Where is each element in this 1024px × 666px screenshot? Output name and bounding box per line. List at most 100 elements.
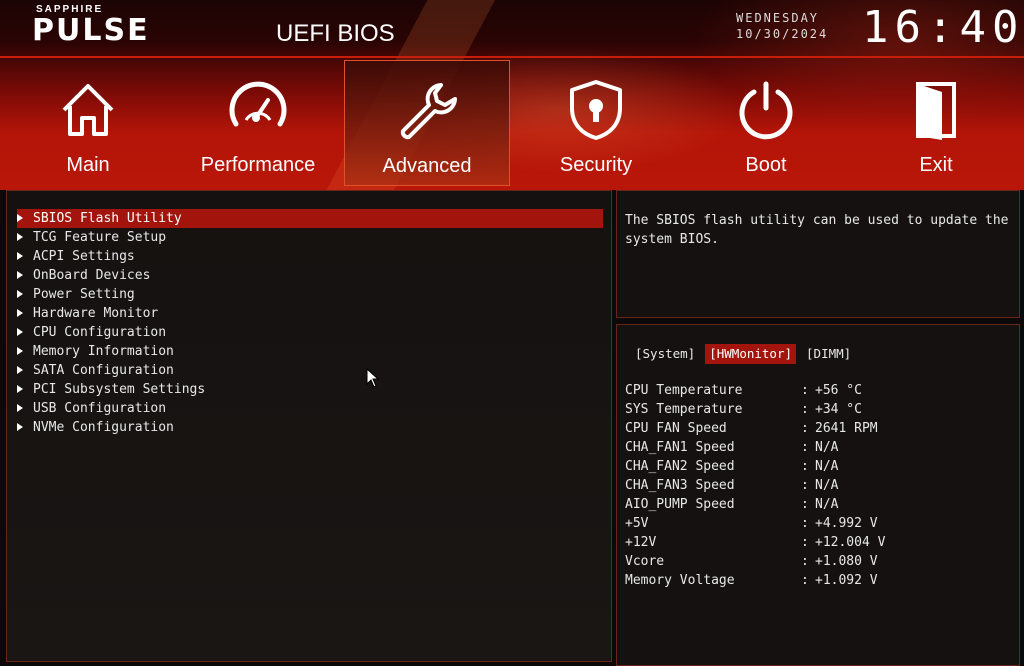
menu-item-label: Power Setting: [33, 287, 135, 302]
hardware-value: N/A: [815, 459, 839, 474]
nav-advanced[interactable]: Advanced: [344, 60, 510, 186]
hardware-value: +56 °C: [815, 383, 862, 398]
nav-exit[interactable]: Exit: [854, 60, 1018, 184]
menu-item-label: CPU Configuration: [33, 325, 167, 340]
submenu-arrow-icon: [17, 328, 23, 336]
hardware-label: SYS Temperature: [625, 402, 743, 417]
hardware-value: +1.080 V: [815, 554, 878, 569]
menu-item[interactable]: TCG Feature Setup: [17, 228, 603, 247]
help-text: The SBIOS flash utility can be used to u…: [625, 213, 1009, 247]
hardware-separator: :: [801, 421, 809, 436]
info-tab[interactable]: [DIMM]: [802, 344, 855, 364]
menu-item[interactable]: Memory Information: [17, 342, 603, 361]
submenu-arrow-icon: [17, 404, 23, 412]
hardware-row: Memory Voltage: +1.092 V: [625, 571, 1005, 590]
menu-item[interactable]: CPU Configuration: [17, 323, 603, 342]
hardware-label: +5V: [625, 516, 649, 531]
menu-item-label: Hardware Monitor: [33, 306, 159, 321]
hardware-value: +34 °C: [815, 402, 862, 417]
hardware-row: +5V: +4.992 V: [625, 514, 1005, 533]
clock-time: 16:40: [862, 2, 1024, 53]
hardware-value: 2641 RPM: [815, 421, 878, 436]
submenu-arrow-icon: [17, 233, 23, 241]
nav-boot[interactable]: Boot: [684, 60, 848, 184]
menu-item[interactable]: SATA Configuration: [17, 361, 603, 380]
menu-item-label: USB Configuration: [33, 401, 167, 416]
info-tab[interactable]: [System]: [631, 344, 699, 364]
hardware-value: N/A: [815, 440, 839, 455]
hardware-separator: :: [801, 478, 809, 493]
menu-item[interactable]: ACPI Settings: [17, 247, 603, 266]
hardware-separator: :: [801, 573, 809, 588]
header-bar: SAPPHIRE PULSE UEFI BIOS WEDNESDAY 10/30…: [0, 0, 1024, 190]
menu-item-label: ACPI Settings: [33, 249, 135, 264]
hardware-label: Vcore: [625, 554, 665, 569]
hardware-value: +12.004 V: [815, 535, 886, 550]
hardware-row: CHA_FAN1 Speed: N/A: [625, 438, 1005, 457]
nav-performance[interactable]: Performance: [174, 60, 342, 184]
menu-item[interactable]: Power Setting: [17, 285, 603, 304]
submenu-arrow-icon: [17, 423, 23, 431]
nav-label-security: Security: [559, 154, 633, 176]
menu-item[interactable]: USB Configuration: [17, 399, 603, 418]
hardware-label: AIO_PUMP Speed: [625, 497, 735, 512]
menu-item[interactable]: NVMe Configuration: [17, 418, 603, 437]
submenu-arrow-icon: [17, 214, 23, 222]
menu-item[interactable]: SBIOS Flash Utility: [17, 209, 603, 228]
hardware-row: AIO_PUMP Speed: N/A: [625, 495, 1005, 514]
hardware-separator: :: [801, 554, 809, 569]
hardware-row: CHA_FAN3 Speed: N/A: [625, 476, 1005, 495]
submenu-arrow-icon: [17, 385, 23, 393]
hardware-label: CHA_FAN3 Speed: [625, 478, 735, 493]
menu-item-label: NVMe Configuration: [33, 420, 174, 435]
nav-main[interactable]: Main: [6, 60, 170, 184]
hardware-monitor-list: CPU Temperature: +56 °C SYS Temperature: +3…: [625, 381, 1005, 590]
menu-item[interactable]: OnBoard Devices: [17, 266, 603, 285]
header-divider: [0, 56, 1024, 58]
hardware-separator: :: [801, 535, 809, 550]
clock-day: WEDNESDAY: [736, 11, 820, 25]
hardware-value: N/A: [815, 497, 839, 512]
clock-date: 10/30/2024: [736, 27, 829, 41]
hardware-value: +1.092 V: [815, 573, 878, 588]
power-icon: [739, 81, 793, 140]
help-panel: The SBIOS flash utility can be used to u…: [616, 190, 1020, 318]
main-navigation: Main Performance Advanced Security Boot …: [0, 60, 1024, 188]
menu-item-label: SBIOS Flash Utility: [33, 211, 182, 226]
menu-item[interactable]: PCI Subsystem Settings: [17, 380, 603, 399]
wrench-icon: [400, 83, 457, 140]
hardware-info-panel: [System] [HWMonitor] [DIMM] CPU Temperatur…: [616, 324, 1020, 666]
info-tabs: [System] [HWMonitor] [DIMM]: [631, 343, 861, 364]
hardware-separator: :: [801, 459, 809, 474]
hardware-separator: :: [801, 440, 809, 455]
advanced-menu-list: SBIOS Flash Utility TCG Feature Setup ACPI…: [17, 209, 603, 437]
mouse-cursor-icon: [366, 368, 380, 388]
hardware-label: CHA_FAN2 Speed: [625, 459, 735, 474]
shield-lock-icon: [570, 80, 622, 140]
hardware-row: CHA_FAN2 Speed: N/A: [625, 457, 1005, 476]
nav-security[interactable]: Security: [514, 60, 678, 184]
menu-item-label: PCI Subsystem Settings: [33, 382, 206, 397]
hardware-value: +4.992 V: [815, 516, 878, 531]
submenu-arrow-icon: [17, 347, 23, 355]
hardware-separator: :: [801, 516, 809, 531]
info-tab[interactable]: [HWMonitor]: [705, 344, 797, 364]
nav-label-advanced: Advanced: [382, 155, 472, 177]
submenu-arrow-icon: [17, 366, 23, 374]
advanced-menu-panel: SBIOS Flash Utility TCG Feature Setup ACPI…: [6, 190, 612, 662]
home-icon: [62, 84, 114, 136]
hardware-row: SYS Temperature: +34 °C: [625, 400, 1005, 419]
menu-item[interactable]: Hardware Monitor: [17, 304, 603, 323]
hardware-value: N/A: [815, 478, 839, 493]
hardware-row: CPU FAN Speed:2641 RPM: [625, 419, 1005, 438]
nav-label-exit: Exit: [919, 154, 953, 176]
hardware-label: CPU Temperature: [625, 383, 743, 398]
submenu-arrow-icon: [17, 290, 23, 298]
hardware-row: Vcore: +1.080 V: [625, 552, 1005, 571]
nav-label-boot: Boot: [745, 154, 787, 176]
brand-logo: PULSE: [32, 13, 150, 48]
submenu-arrow-icon: [17, 309, 23, 317]
bios-title: UEFI BIOS: [276, 20, 395, 47]
hardware-label: CHA_FAN1 Speed: [625, 440, 735, 455]
door-icon: [916, 82, 956, 140]
